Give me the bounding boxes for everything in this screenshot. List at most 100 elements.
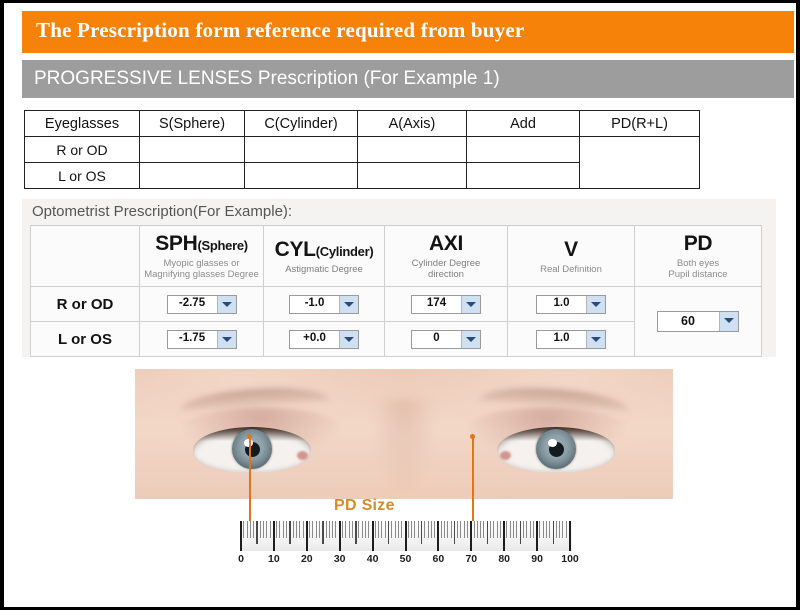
ruler-tick bbox=[365, 521, 367, 538]
ruler-tick bbox=[457, 521, 459, 538]
measure-line-right bbox=[472, 437, 474, 529]
ruler-tick bbox=[312, 521, 314, 538]
eye-glint-right bbox=[548, 439, 557, 447]
ruler-tick bbox=[368, 521, 370, 538]
subtitle-text: PROGRESSIVE LENSES Prescription (For Exa… bbox=[34, 68, 500, 89]
chevron-down-icon[interactable] bbox=[339, 295, 358, 313]
axi-left-dropdown[interactable]: 0 bbox=[411, 329, 481, 349]
ruler-tick bbox=[437, 521, 440, 551]
ruler-tick bbox=[259, 521, 261, 538]
ruler-tick bbox=[470, 521, 473, 551]
cell-right-add[interactable] bbox=[466, 136, 580, 163]
ruler-tick bbox=[552, 521, 554, 544]
ruler-tick bbox=[503, 521, 506, 551]
pd-dropdown[interactable]: 60 bbox=[657, 311, 739, 332]
measure-line-left bbox=[249, 437, 251, 529]
ruler-tick bbox=[292, 521, 294, 538]
v-left-cell: 1.0 bbox=[507, 321, 635, 357]
ruler-tick bbox=[305, 521, 308, 551]
chevron-down-icon[interactable] bbox=[339, 330, 358, 348]
example-corner-cell bbox=[30, 225, 140, 287]
iris-left bbox=[232, 429, 272, 469]
ruler-tick bbox=[299, 521, 301, 538]
example-col-axi: AXI Cylinder Degree direction bbox=[384, 225, 508, 287]
tear-duct-left bbox=[297, 451, 308, 460]
ruler-tick bbox=[559, 521, 561, 538]
cell-pd-combined[interactable] bbox=[579, 136, 700, 189]
cyl-right-dropdown[interactable]: -1.0 bbox=[289, 294, 359, 314]
chevron-down-icon[interactable] bbox=[461, 295, 480, 313]
example-prescription-table: SPH(Sphere) Myopic glasses or Magnifying … bbox=[30, 225, 762, 357]
axi-subtitle: Cylinder Degree direction bbox=[411, 258, 481, 280]
ruler-tick bbox=[467, 521, 468, 538]
ruler-tick bbox=[460, 521, 462, 538]
ruler-label: 90 bbox=[531, 553, 543, 565]
axi-right-value: 174 bbox=[426, 296, 447, 309]
ruler-tick bbox=[427, 521, 429, 538]
cell-right-cylinder[interactable] bbox=[244, 136, 358, 163]
ruler-label: 10 bbox=[268, 553, 280, 565]
eye-left bbox=[193, 427, 311, 473]
v-right-value: 1.0 bbox=[553, 296, 570, 309]
ruler-tick bbox=[315, 521, 317, 538]
cell-left-sphere[interactable] bbox=[139, 162, 245, 189]
ruler-tick bbox=[351, 521, 353, 538]
ruler-tick bbox=[519, 521, 522, 544]
ruler-tick bbox=[295, 521, 297, 538]
ruler-tick bbox=[476, 521, 478, 538]
cell-left-cylinder[interactable] bbox=[244, 162, 358, 189]
ruler-label: 30 bbox=[333, 553, 346, 565]
ruler-tick bbox=[490, 521, 492, 538]
cell-right-axis[interactable] bbox=[357, 136, 467, 163]
page-root: The Prescription form reference required… bbox=[4, 3, 796, 607]
ruler-tick bbox=[269, 521, 271, 538]
cell-left-axis[interactable] bbox=[357, 162, 467, 189]
ruler-tick bbox=[542, 521, 544, 538]
ruler-tick bbox=[325, 521, 327, 538]
v-left-dropdown[interactable]: 1.0 bbox=[536, 329, 606, 349]
chevron-down-icon[interactable] bbox=[719, 312, 738, 331]
row-label-left-eye: L or OS bbox=[24, 162, 140, 189]
ruler-tick bbox=[463, 521, 465, 538]
tear-duct-right bbox=[500, 451, 511, 460]
ruler-tick bbox=[374, 521, 376, 538]
iris-right bbox=[536, 429, 576, 469]
ruler-tick bbox=[434, 521, 436, 538]
ruler-tick bbox=[302, 521, 304, 538]
page-title: The Prescription form reference required… bbox=[36, 18, 525, 42]
chevron-down-icon[interactable] bbox=[216, 330, 236, 348]
table-row: R or OD bbox=[24, 136, 700, 189]
ruler-tick bbox=[289, 521, 291, 544]
chevron-down-icon[interactable] bbox=[461, 330, 480, 348]
cyl-left-dropdown[interactable]: +0.0 bbox=[289, 329, 359, 349]
ruler-tick bbox=[450, 521, 452, 538]
ruler-tick bbox=[279, 521, 281, 538]
sph-left-dropdown[interactable]: -1.75 bbox=[166, 329, 237, 349]
ruler-label: 50 bbox=[399, 553, 412, 565]
cell-right-sphere[interactable] bbox=[139, 136, 245, 163]
ruler-tick bbox=[532, 521, 534, 538]
ruler-tick bbox=[335, 521, 337, 538]
v-right-dropdown[interactable]: 1.0 bbox=[536, 294, 606, 314]
ruler-tick bbox=[276, 521, 278, 538]
sph-right-dropdown[interactable]: -2.75 bbox=[166, 294, 237, 314]
ruler-tick bbox=[384, 521, 386, 538]
ruler-tick bbox=[453, 521, 456, 544]
chevron-down-icon[interactable] bbox=[586, 330, 605, 348]
ruler-tick bbox=[282, 521, 284, 538]
ruler-label: 100 bbox=[561, 553, 579, 565]
example-caption: Optometrist Prescription(For Example): bbox=[32, 203, 293, 220]
cell-left-add[interactable] bbox=[466, 162, 580, 189]
chevron-down-icon[interactable] bbox=[586, 295, 605, 313]
ruler-tick bbox=[526, 521, 528, 538]
axi-right-dropdown[interactable]: 174 bbox=[411, 294, 481, 314]
ruler-tick bbox=[486, 521, 489, 544]
col-header-cylinder: C(Cylinder) bbox=[244, 110, 358, 137]
sph-left-cell: -1.75 bbox=[139, 321, 264, 357]
ruler-tick bbox=[355, 521, 357, 544]
chevron-down-icon[interactable] bbox=[216, 295, 236, 313]
example-row-right: R or OD -2.75 -1.0 174 1.0 60 bbox=[30, 286, 762, 357]
ruler-label: 20 bbox=[300, 553, 313, 565]
ruler-tick bbox=[420, 521, 423, 544]
cyl-right-cell: -1.0 bbox=[263, 286, 385, 322]
